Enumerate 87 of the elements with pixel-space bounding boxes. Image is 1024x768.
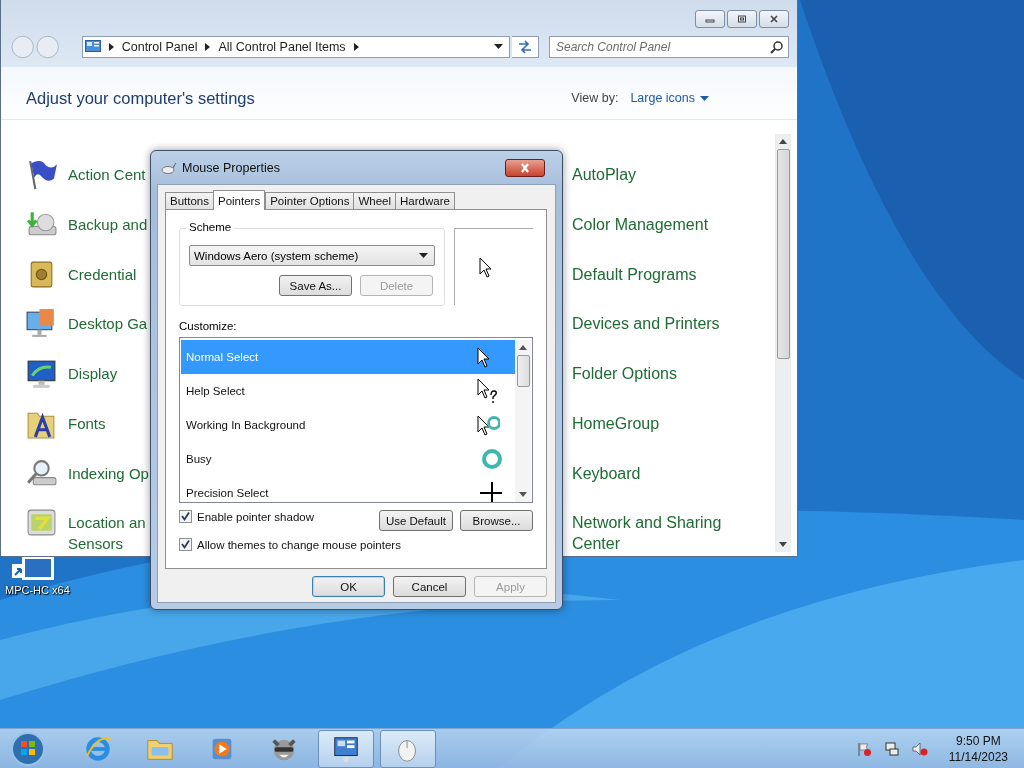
list-button[interactable]: Use Default: [378, 510, 453, 531]
control-panel-item-link[interactable]: HomeGroup: [572, 412, 660, 434]
control-panel-item-link[interactable]: Desktop Ga: [68, 313, 148, 335]
refresh-icon: [516, 39, 533, 54]
close-icon: [768, 15, 780, 23]
control-panel-item-link[interactable]: Devices and Printers: [572, 313, 720, 335]
speaker-icon[interactable]: [911, 740, 928, 757]
restore-icon: [736, 15, 748, 23]
working-cursor-icon: [477, 414, 500, 436]
dialog-button[interactable]: OK: [312, 576, 385, 597]
control-panel-icon: [84, 39, 101, 54]
scroll-down-icon[interactable]: [779, 542, 787, 547]
close-icon: [519, 162, 531, 173]
customize-label: Customize:: [179, 320, 238, 332]
tab[interactable]: Pointers: [213, 190, 266, 210]
control-panel-item-link[interactable]: Keyboard: [572, 462, 641, 484]
scheme-dropdown[interactable]: Windows Aero (system scheme): [189, 245, 435, 266]
dropdown-arrow-icon: [419, 253, 428, 258]
control-panel-item-link[interactable]: AutoPlay: [572, 164, 637, 185]
dropdown-arrow-icon[interactable]: [493, 44, 503, 49]
checkbox-icon[interactable]: [179, 538, 192, 551]
network-icon[interactable]: [883, 740, 900, 757]
tab[interactable]: Pointer Options: [265, 192, 355, 209]
breadcrumb-item[interactable]: All Control Panel Items: [218, 39, 346, 54]
arrow-cursor-icon: [477, 346, 490, 368]
taskbar-button[interactable]: [318, 729, 374, 768]
scroll-down-icon[interactable]: [519, 492, 527, 497]
control-panel-item-link[interactable]: Center: [572, 533, 722, 555]
close-button[interactable]: [759, 10, 789, 28]
dialog-button[interactable]: Cancel: [393, 576, 466, 597]
address-bar[interactable]: Control Panel All Control Panel Items: [81, 35, 510, 58]
control-panel-item-link[interactable]: Display: [68, 363, 118, 384]
scrollbar[interactable]: [775, 134, 791, 552]
maximize-button[interactable]: [727, 10, 757, 28]
close-button[interactable]: [505, 158, 545, 177]
arrow-cursor-icon: [478, 256, 492, 278]
control-panel-item-link[interactable]: Indexing Op: [68, 462, 149, 484]
scroll-up-icon[interactable]: [779, 139, 787, 144]
list-button[interactable]: Browse...: [460, 510, 533, 531]
shortcut-label[interactable]: MPC-HC x64: [5, 584, 70, 596]
dropdown-arrow-icon: [700, 95, 709, 101]
flag-icon[interactable]: [855, 740, 872, 757]
control-panel-item-link[interactable]: Credential: [68, 263, 137, 285]
chevron-icon[interactable]: [353, 42, 359, 51]
scroll-up-icon[interactable]: [519, 345, 527, 350]
control-panel-item-link[interactable]: Sensors: [68, 533, 146, 555]
control-panel-item-link[interactable]: Action Cent: [68, 164, 146, 185]
checkbox[interactable]: Enable pointer shadow: [179, 510, 314, 523]
window-title: Mouse Properties: [182, 160, 280, 175]
control-panel-item-link[interactable]: Network and Sharing: [572, 512, 722, 534]
page-heading: Adjust your computer's settings: [26, 88, 255, 109]
chevron-icon[interactable]: [205, 42, 211, 51]
refresh-button[interactable]: [511, 35, 539, 58]
control-panel-item-link[interactable]: Location an: [68, 512, 146, 534]
pointer-list-item[interactable]: Precision Select: [181, 476, 515, 502]
control-panel-item-link[interactable]: Fonts: [68, 412, 106, 434]
group-label: Scheme: [186, 221, 235, 233]
clock-date[interactable]: 11/14/2023: [948, 748, 1008, 765]
crosshair-icon: [479, 482, 503, 502]
pointer-list-item[interactable]: Working In Background: [181, 408, 515, 442]
pointer-list-item[interactable]: Busy: [181, 442, 515, 476]
breadcrumb-item[interactable]: Control Panel: [121, 39, 198, 54]
view-by-label: View by:: [571, 91, 619, 107]
view-by-dropdown[interactable]: Large icons: [630, 91, 709, 117]
scroll-thumb[interactable]: [776, 149, 790, 359]
control-panel-item-link[interactable]: Backup and: [68, 213, 148, 235]
search-icon[interactable]: [770, 39, 784, 54]
scheme-button[interactable]: Save As...: [279, 275, 352, 296]
mouse-icon: [161, 161, 177, 174]
control-panel-item-link[interactable]: Color Management: [572, 213, 709, 235]
pointer-list-item[interactable]: Help Select: [181, 374, 515, 408]
search-field[interactable]: Search Control Panel: [549, 35, 789, 58]
tab[interactable]: Wheel: [353, 192, 397, 209]
chevron-icon[interactable]: [108, 42, 114, 51]
checkbox-icon[interactable]: [179, 510, 192, 523]
scrollbar[interactable]: [515, 340, 531, 502]
clock-time[interactable]: 9:50 PM: [956, 732, 1001, 749]
busy-ring-icon: [482, 449, 502, 469]
control-panel-item-link[interactable]: Default Programs: [572, 263, 697, 285]
checkbox[interactable]: Allow themes to change mouse pointers: [179, 538, 401, 551]
scroll-thumb[interactable]: [516, 355, 530, 387]
display-icon[interactable]: [25, 357, 58, 390]
start-button[interactable]: [10, 730, 46, 767]
help-cursor-icon: [477, 378, 498, 404]
tab[interactable]: Hardware: [395, 192, 455, 209]
tab[interactable]: Buttons: [165, 192, 214, 209]
control-panel-item-link[interactable]: Folder Options: [572, 363, 677, 384]
